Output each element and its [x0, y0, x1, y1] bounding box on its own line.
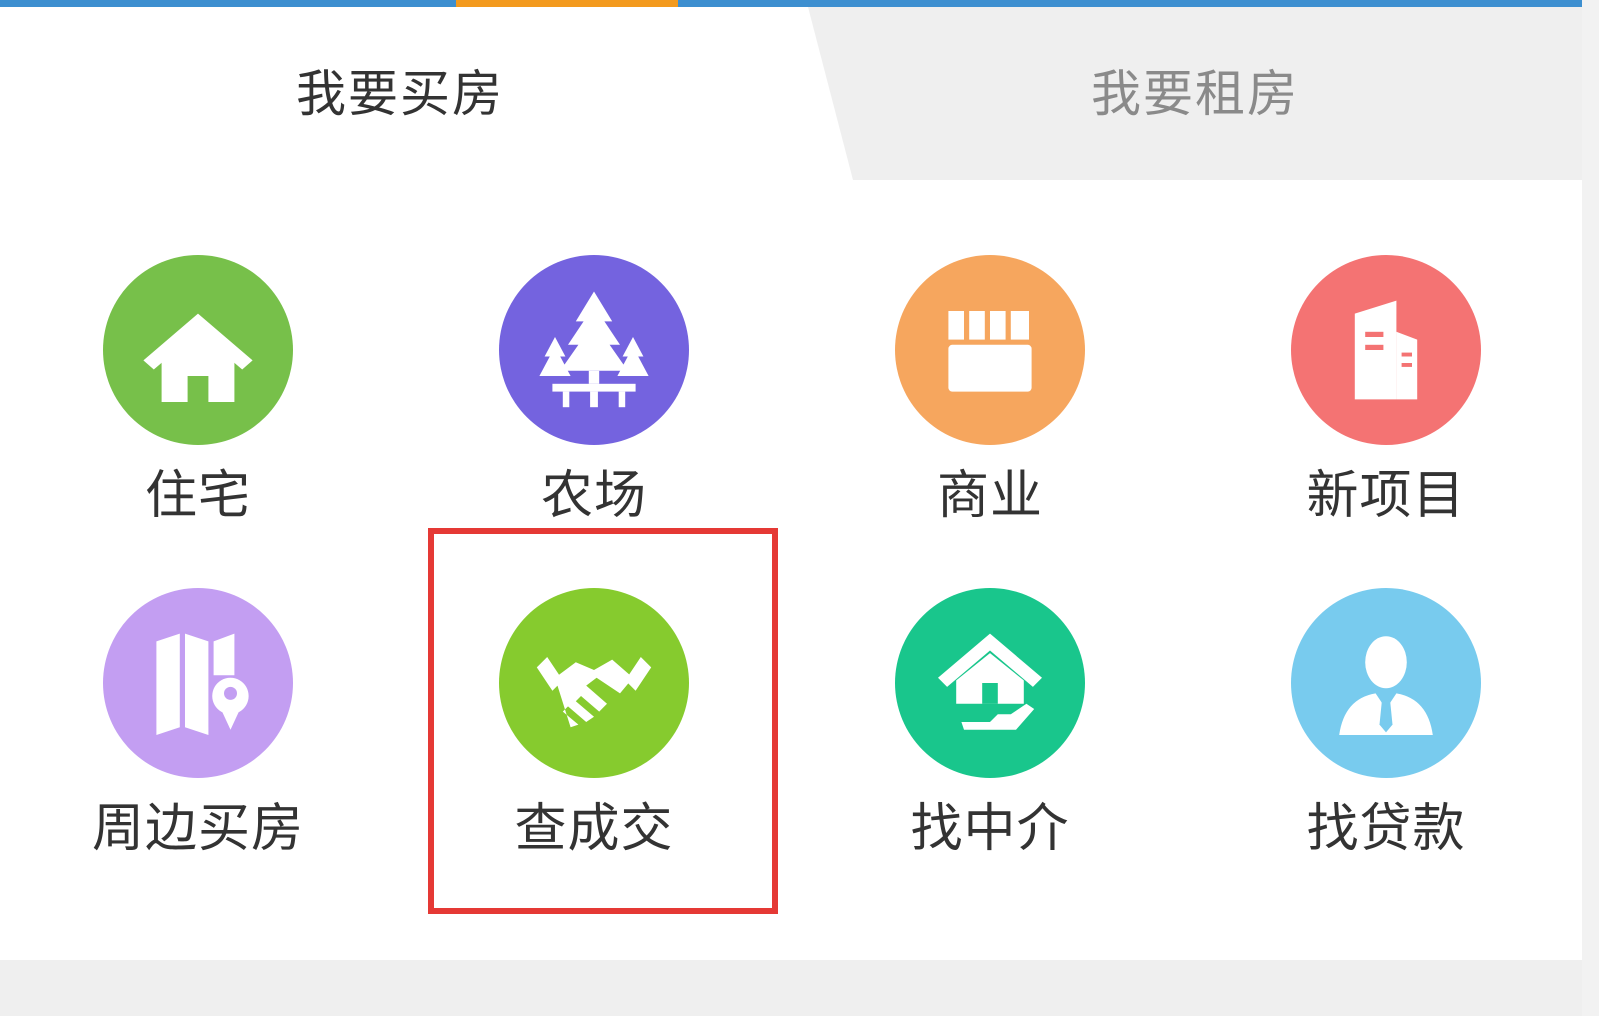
category-label: 找贷款: [1306, 799, 1466, 859]
category-new-project[interactable]: 新项目: [1188, 255, 1584, 585]
category-label: 找中介: [910, 799, 1070, 859]
tab-rent-house[interactable]: 我要租房: [808, 0, 1582, 180]
category-residential[interactable]: 住宅: [0, 255, 396, 585]
tab-buy-house-label: 我要买房: [296, 65, 504, 123]
category-label: 住宅: [144, 466, 251, 526]
highlight-box: [428, 528, 778, 914]
category-find-loan[interactable]: 找贷款: [1188, 588, 1584, 918]
house-icon: [103, 255, 293, 445]
buildings-icon: [1291, 255, 1481, 445]
category-nearby[interactable]: 周边买房: [0, 588, 396, 918]
category-label: 商业: [936, 466, 1043, 526]
tab-buy-house[interactable]: 我要买房: [0, 0, 800, 180]
category-label: 周边买房: [91, 799, 304, 859]
trees-icon: [499, 255, 689, 445]
category-commercial[interactable]: 商业: [792, 255, 1188, 585]
category-label: 新项目: [1306, 466, 1466, 526]
right-edge: [1582, 0, 1599, 1016]
bottom-section: [0, 960, 1582, 1016]
category-label: 农场: [540, 466, 647, 526]
house-hand-icon: [895, 588, 1085, 778]
storefront-icon: [895, 255, 1085, 445]
map-pin-icon: [103, 588, 293, 778]
agent-icon: [1291, 588, 1481, 778]
tab-rent-house-label: 我要租房: [1091, 65, 1299, 123]
category-find-agent[interactable]: 找中介: [792, 588, 1188, 918]
